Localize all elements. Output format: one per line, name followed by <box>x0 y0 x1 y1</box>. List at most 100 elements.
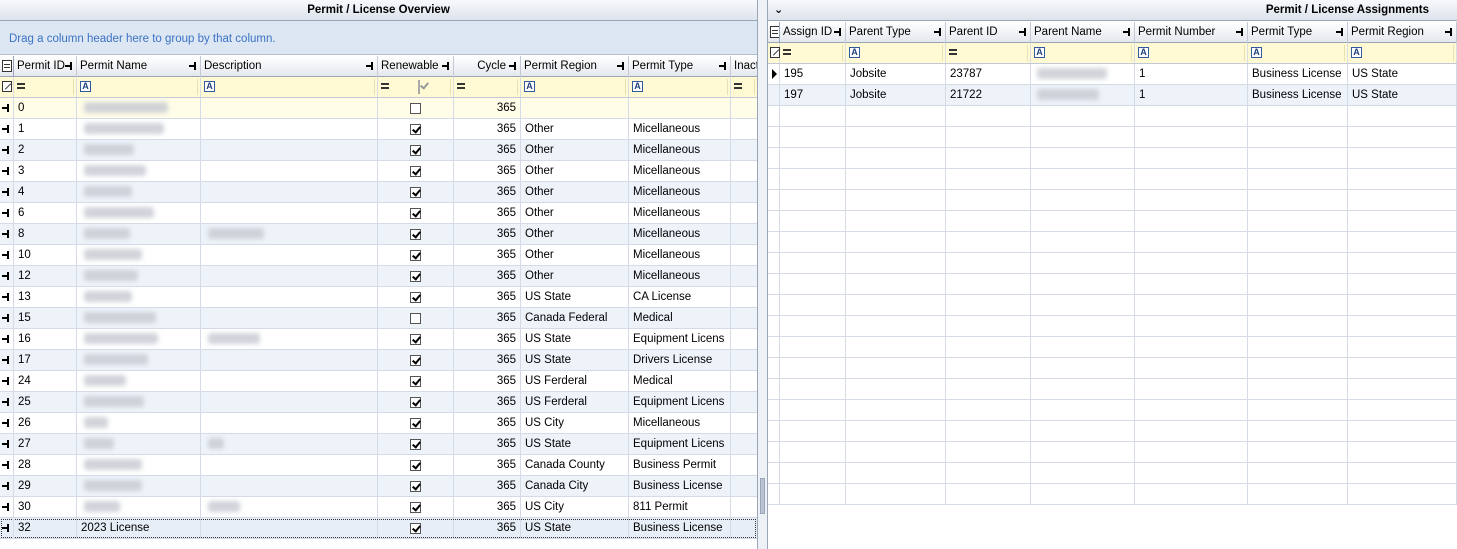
table-row[interactable]: 15 365 Canada Federal Medical <box>0 308 757 329</box>
table-row[interactable]: 17 365 US State Drivers License <box>0 350 757 371</box>
pin-icon[interactable] <box>934 28 942 36</box>
table-row[interactable]: 4 365 Other Micellaneous <box>0 182 757 203</box>
filter-cell-inact[interactable] <box>731 77 757 97</box>
row-selector[interactable] <box>0 476 14 496</box>
row-selector[interactable] <box>768 442 780 462</box>
filter-cell-permit-type[interactable]: A <box>629 77 731 97</box>
filter-input[interactable] <box>374 79 375 95</box>
chevron-down-icon[interactable]: ⌄ <box>774 0 783 20</box>
table-row[interactable]: 6 365 Other Micellaneous <box>0 203 757 224</box>
table-row[interactable]: 197 Jobsite 21722 1 Business License US State <box>768 85 1457 106</box>
filter-cell-permit-region[interactable]: A <box>521 77 629 97</box>
filter-input[interactable] <box>727 79 728 95</box>
cell-renewable[interactable] <box>378 224 454 244</box>
column-header-permit-number[interactable]: Permit Number <box>1135 22 1248 43</box>
table-row[interactable]: 24 365 US Ferderal Medical <box>0 371 757 392</box>
table-row[interactable]: 28 365 Canada County Business Permit <box>0 455 757 476</box>
renewable-checkbox[interactable] <box>410 165 421 177</box>
row-selector[interactable] <box>768 211 780 231</box>
row-selector[interactable] <box>768 127 780 147</box>
row-selector[interactable] <box>0 350 14 370</box>
filter-text-icon[interactable]: A <box>849 47 860 58</box>
row-selector[interactable] <box>0 203 14 223</box>
cell-renewable[interactable] <box>378 518 454 538</box>
filter-equals-icon[interactable] <box>381 83 389 89</box>
row-selector[interactable] <box>0 161 14 181</box>
renewable-checkbox[interactable] <box>410 291 421 303</box>
filter-cell-parent-type[interactable]: A <box>846 43 946 63</box>
pin-icon[interactable] <box>189 62 197 70</box>
pin-icon[interactable] <box>719 62 727 70</box>
row-selector[interactable] <box>0 266 14 286</box>
filter-cell-permit-number[interactable]: A <box>1135 43 1248 63</box>
table-row[interactable]: 8 365 Other Micellaneous <box>0 224 757 245</box>
filter-input[interactable] <box>1244 45 1245 61</box>
row-selector[interactable] <box>0 245 14 265</box>
filter-input[interactable] <box>842 45 843 61</box>
group-by-area[interactable]: Drag a column header here to group by th… <box>0 21 757 55</box>
column-header-permit-id[interactable]: Permit ID <box>14 56 77 77</box>
renewable-checkbox[interactable] <box>410 522 421 534</box>
renewable-checkbox[interactable] <box>410 459 421 471</box>
row-selector[interactable] <box>0 413 14 433</box>
row-selector[interactable] <box>768 169 780 189</box>
pin-icon[interactable] <box>2 230 10 238</box>
row-selector[interactable] <box>768 463 780 483</box>
row-selector[interactable] <box>0 224 14 244</box>
cell-renewable[interactable] <box>378 476 454 496</box>
filter-cell-permit-name[interactable]: A <box>77 77 201 97</box>
row-selector[interactable] <box>768 400 780 420</box>
cell-renewable[interactable] <box>378 497 454 517</box>
pin-icon[interactable] <box>2 503 10 511</box>
row-selector[interactable] <box>768 190 780 210</box>
table-row[interactable]: 27 365 US State Equipment Licens <box>0 434 757 455</box>
cell-renewable[interactable] <box>378 392 454 412</box>
column-header-cycle[interactable]: Cycle <box>454 56 521 77</box>
pin-icon[interactable] <box>1336 28 1344 36</box>
column-chooser-icon[interactable] <box>770 26 779 38</box>
renewable-checkbox[interactable] <box>410 270 421 282</box>
pin-icon[interactable] <box>1445 28 1453 36</box>
filter-input[interactable] <box>625 79 626 95</box>
cell-renewable[interactable] <box>378 308 454 328</box>
cell-renewable[interactable] <box>378 119 454 139</box>
column-header-permit-type[interactable]: Permit Type <box>629 56 731 77</box>
row-selector[interactable] <box>0 329 14 349</box>
column-header-parent-id[interactable]: Parent ID <box>946 22 1031 43</box>
filter-equals-icon[interactable] <box>949 49 957 55</box>
cell-renewable[interactable] <box>378 455 454 475</box>
cell-renewable[interactable] <box>378 161 454 181</box>
column-header-description[interactable]: Description <box>201 56 378 77</box>
filter-cell-permit-type[interactable]: A <box>1248 43 1348 63</box>
column-header-inact[interactable]: Inact <box>731 56 757 77</box>
renewable-checkbox[interactable] <box>410 207 421 219</box>
renewable-checkbox[interactable] <box>410 144 421 156</box>
pin-icon[interactable] <box>2 272 10 280</box>
filter-checkbox[interactable] <box>418 80 420 94</box>
cell-renewable[interactable] <box>378 98 454 118</box>
table-row[interactable]: 26 365 US City Micellaneous <box>0 413 757 434</box>
pin-icon[interactable] <box>1019 28 1027 36</box>
filter-equals-icon[interactable] <box>457 83 465 89</box>
row-selector[interactable] <box>0 119 14 139</box>
row-selector[interactable] <box>0 518 14 538</box>
cell-renewable[interactable] <box>378 413 454 433</box>
cell-renewable[interactable] <box>378 287 454 307</box>
renewable-checkbox[interactable] <box>410 102 421 114</box>
pin-icon[interactable] <box>2 377 10 385</box>
row-selector[interactable] <box>768 358 780 378</box>
table-row[interactable]: 29 365 Canada City Business License <box>0 476 757 497</box>
cell-renewable[interactable] <box>378 140 454 160</box>
row-selector[interactable] <box>768 295 780 315</box>
table-row[interactable]: 195 Jobsite 23787 1 Business License US State <box>768 64 1457 85</box>
pin-icon[interactable] <box>2 251 10 259</box>
filter-input[interactable] <box>517 79 518 95</box>
pin-icon[interactable] <box>2 125 10 133</box>
renewable-checkbox[interactable] <box>410 123 421 135</box>
pin-icon[interactable] <box>442 62 450 70</box>
table-row[interactable]: 32 2023 License 365 US State Business Licens… <box>0 518 757 539</box>
renewable-checkbox[interactable] <box>410 501 421 513</box>
column-chooser-cell[interactable] <box>768 22 780 43</box>
filter-input[interactable] <box>1027 45 1028 61</box>
pin-icon[interactable] <box>2 398 10 406</box>
